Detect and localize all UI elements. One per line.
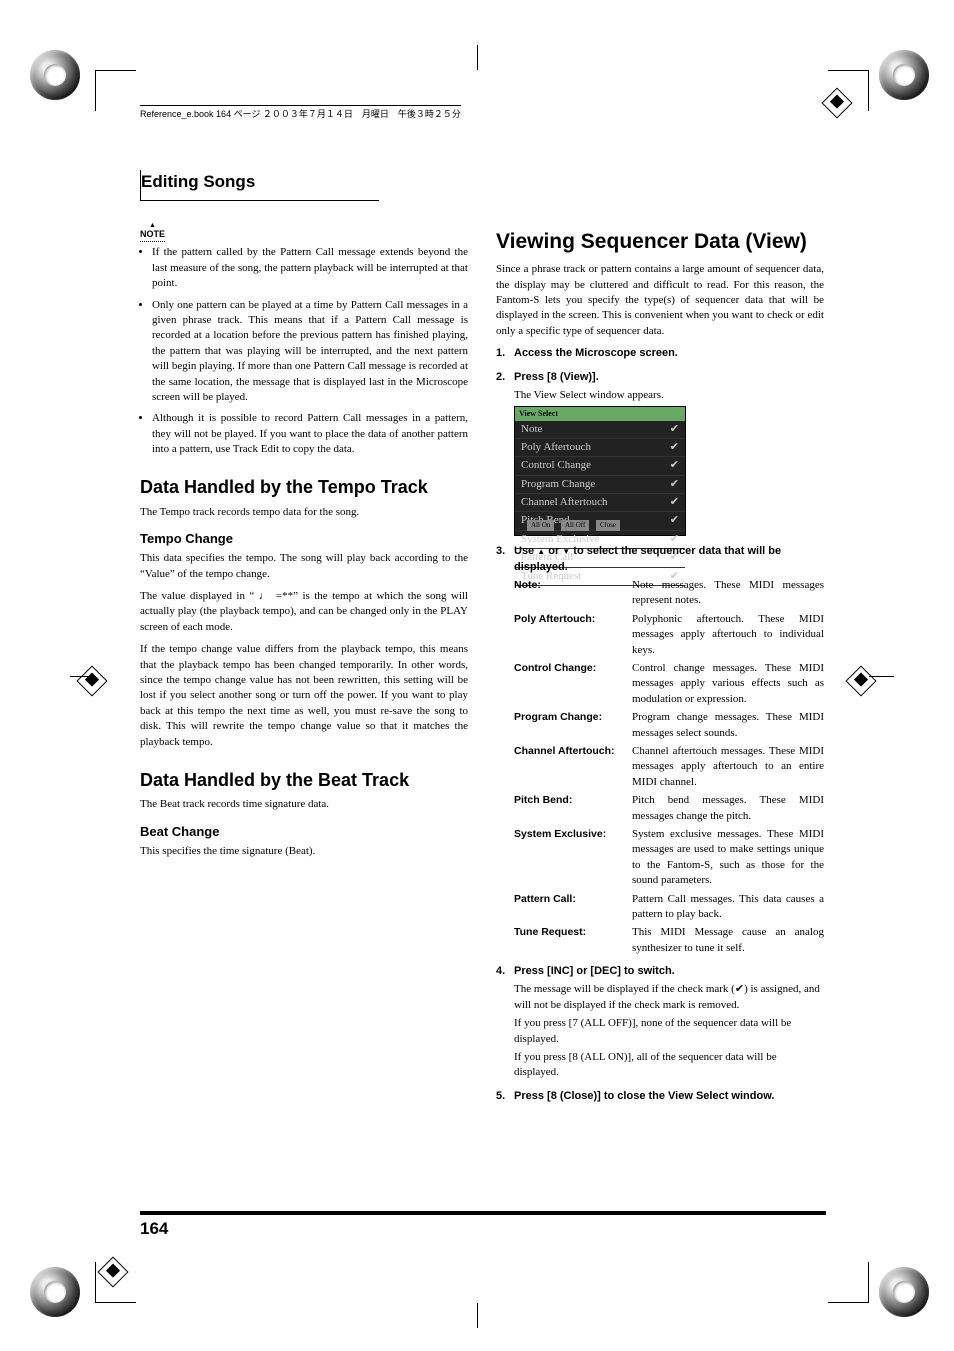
body-text: The Tempo track records tempo data for t… — [140, 505, 468, 520]
kv-value: Pitch bend messages. These MIDI messages… — [632, 793, 824, 824]
registration-mark-icon — [76, 665, 107, 696]
bullet-item: If the pattern called by the Pattern Cal… — [152, 245, 468, 291]
print-hint: Reference_e.book 164 ページ ２００３年７月１４日 月曜日 … — [140, 105, 461, 121]
kv-label: Poly Aftertouch: — [514, 612, 632, 658]
heading-beat-track: Data Handled by the Beat Track — [140, 768, 468, 793]
binder-ring-icon — [879, 50, 929, 100]
tick-mark-icon — [477, 45, 478, 70]
kv-value: Program change messages. These MIDI mess… — [632, 710, 824, 741]
view-select-screenshot: View Select Note✔ Poly Aftertouch✔ Contr… — [514, 406, 686, 536]
up-arrow-icon — [537, 545, 545, 557]
text-fragment: The value displayed in “ — [140, 590, 259, 602]
note-icon: NOTE — [140, 228, 165, 243]
kv-label: Tune Request: — [514, 925, 632, 956]
kv-value: This MIDI Message cause an analog synthe… — [632, 925, 824, 956]
step-2: Press [8 (View)]. The View Select window… — [496, 370, 824, 537]
screenshot-title: View Select — [515, 407, 685, 420]
body-text: This data specifies the tempo. The song … — [140, 551, 468, 582]
text-fragment: The message will be displayed if the che… — [514, 983, 735, 995]
step-text: Press [8 (View)]. — [514, 371, 599, 383]
section-header: Editing Songs — [140, 170, 379, 201]
binder-ring-icon — [30, 1267, 80, 1317]
list-item: Program Change — [521, 477, 595, 492]
heading-view: Viewing Sequencer Data (View) — [496, 227, 824, 256]
step-subtext: If you press [8 (ALL ON)], all of the se… — [514, 1050, 824, 1081]
step-text: Access the Microscope screen. — [514, 347, 678, 359]
binder-ring-icon — [879, 1267, 929, 1317]
list-item: Control Change — [521, 458, 591, 473]
definition-table: Note:Note messages. These MIDI messages … — [514, 578, 824, 956]
kv-label: Note: — [514, 578, 632, 609]
heading-beat-change: Beat Change — [140, 823, 468, 841]
kv-value: Channel aftertouch messages. These MIDI … — [632, 744, 824, 790]
body-text: This specifies the time signature (Beat)… — [140, 844, 468, 859]
body-text: If the tempo change value differs from t… — [140, 642, 468, 750]
left-column: NOTE If the pattern called by the Patter… — [140, 227, 468, 1112]
binder-ring-icon — [30, 50, 80, 100]
checkmark-icon — [735, 983, 744, 995]
list-item: Poly Aftertouch — [521, 440, 591, 455]
registration-mark-icon — [845, 665, 876, 696]
kv-label: Channel Aftertouch: — [514, 744, 632, 790]
kv-value: Polyphonic aftertouch. These MIDI messag… — [632, 612, 824, 658]
heading-tempo-change: Tempo Change — [140, 530, 468, 548]
kv-value: Pattern Call messages. This data causes … — [632, 892, 824, 923]
step-subtext: The View Select window appears. — [514, 388, 824, 403]
body-text: The Beat track records time signature da… — [140, 797, 468, 812]
kv-label: Pattern Call: — [514, 892, 632, 923]
crop-mark-icon — [828, 1262, 869, 1303]
body-text: The value displayed in “ =**” is the tem… — [140, 589, 468, 635]
step-5: Press [8 (Close)] to close the View Sele… — [496, 1089, 824, 1104]
kv-label: Pitch Bend: — [514, 793, 632, 824]
step-subtext: The message will be displayed if the che… — [514, 982, 824, 1013]
tick-mark-icon — [477, 1303, 478, 1328]
step-text: Press [INC] or [DEC] to switch. — [514, 965, 675, 977]
step-text: or — [545, 545, 562, 557]
bullet-item: Although it is possible to record Patter… — [152, 411, 468, 457]
page-rule — [140, 1211, 826, 1215]
quarter-note-icon — [259, 590, 272, 602]
page-number: 164 — [140, 1217, 168, 1241]
step-1: Access the Microscope screen. — [496, 346, 824, 361]
all-on-button: All On — [527, 520, 554, 532]
list-item: Note — [521, 422, 542, 437]
crop-mark-icon — [95, 70, 136, 111]
list-item: Channel Aftertouch — [521, 495, 607, 510]
step-4: Press [INC] or [DEC] to switch. The mess… — [496, 964, 824, 1081]
close-button: Close — [596, 520, 620, 532]
step-text: Press [8 (Close)] to close the View Sele… — [514, 1090, 774, 1102]
note-bullets: If the pattern called by the Pattern Cal… — [140, 245, 468, 457]
step-subtext: If you press [7 (ALL OFF)], none of the … — [514, 1016, 824, 1047]
kv-value: Note messages. These MIDI messages repre… — [632, 578, 824, 609]
kv-value: System exclusive messages. These MIDI me… — [632, 827, 824, 889]
bullet-item: Only one pattern can be played at a time… — [152, 298, 468, 406]
kv-label: System Exclusive: — [514, 827, 632, 889]
step-text: Use — [514, 545, 537, 557]
step-3: Use or to select the sequencer data that… — [496, 544, 824, 956]
heading-tempo-track: Data Handled by the Tempo Track — [140, 475, 468, 500]
right-column: Viewing Sequencer Data (View) Since a ph… — [496, 227, 824, 1112]
body-text: Since a phrase track or pattern contains… — [496, 262, 824, 339]
all-off-button: All Off — [561, 520, 589, 532]
kv-value: Control change messages. These MIDI mess… — [632, 661, 824, 707]
kv-label: Control Change: — [514, 661, 632, 707]
kv-label: Program Change: — [514, 710, 632, 741]
